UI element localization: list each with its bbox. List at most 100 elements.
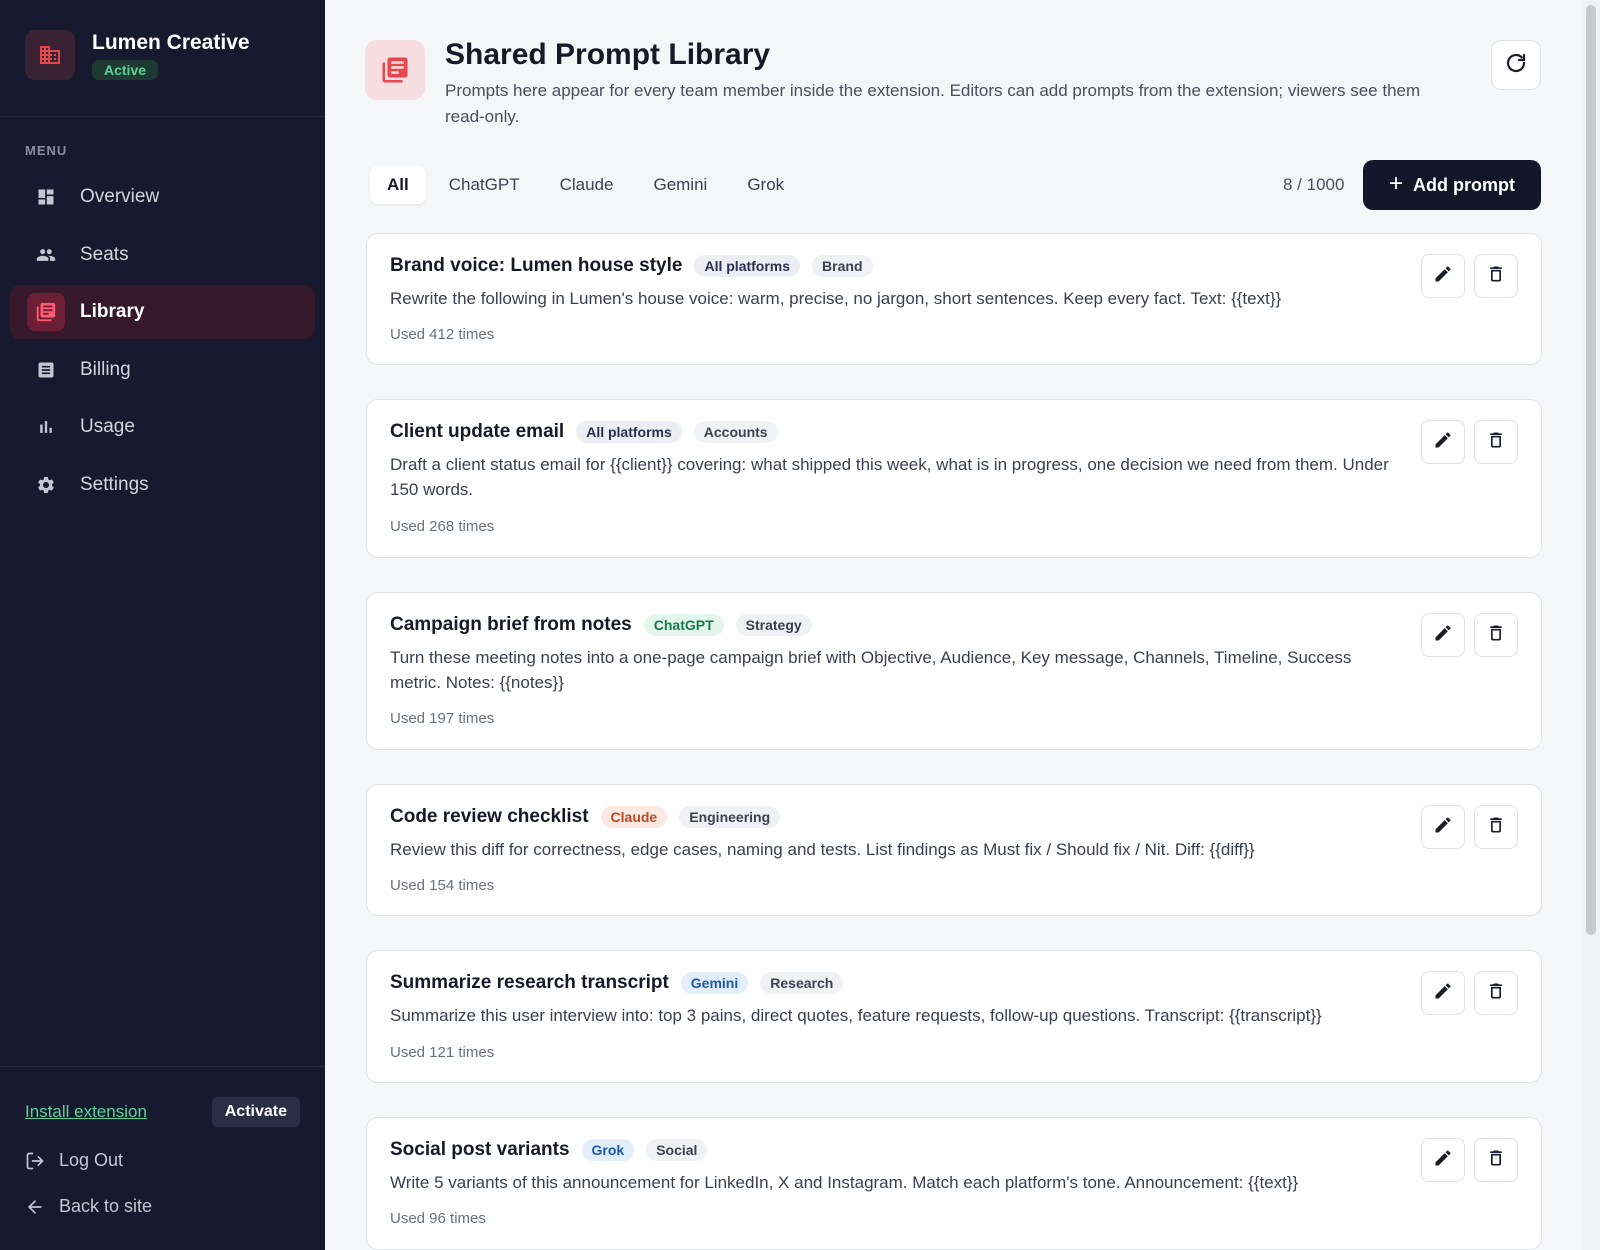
workspace-brand: Lumen Creative Active [25, 30, 250, 80]
category-tag: Engineering [679, 806, 781, 828]
category-tag: Research [760, 972, 844, 994]
sidebar-bottom-divider [0, 1066, 325, 1067]
tab-gemini[interactable]: Gemini [636, 166, 724, 204]
prompt-card: Brand voice: Lumen house style All platf… [366, 233, 1542, 365]
delete-button[interactable] [1474, 613, 1518, 657]
prompt-text: Review this diff for correctness, edge c… [390, 840, 1255, 859]
tab-all[interactable]: All [370, 166, 426, 204]
pencil-icon [1433, 264, 1453, 289]
sidebar-item-settings[interactable]: Settings [10, 458, 315, 512]
platform-badge: All platforms [576, 421, 682, 443]
back-to-site-label: Back to site [59, 1196, 153, 1216]
trash-icon [1486, 981, 1506, 1006]
category-tag: Strategy [735, 614, 812, 636]
usage-count: Used 268 times [390, 518, 495, 535]
edit-button[interactable] [1421, 613, 1465, 657]
activate-button[interactable]: Activate [211, 1097, 300, 1127]
platform-badge: All platforms [694, 255, 801, 277]
usage-count: Used 197 times [390, 710, 495, 727]
delete-button[interactable] [1474, 420, 1518, 464]
prompt-text: Summarize this user interview into: top … [390, 1006, 1322, 1025]
prompt-text: Write 5 variants of this announcement fo… [390, 1173, 1299, 1192]
add-prompt-label: Add prompt [1413, 174, 1515, 195]
trash-icon [1486, 815, 1506, 840]
platform-tabs: All ChatGPT Claude Gemini Grok [370, 166, 807, 204]
prompt-text: Rewrite the following in Lumen's house v… [390, 289, 1282, 308]
usage-count: Used 121 times [390, 1044, 495, 1061]
pencil-icon [1433, 815, 1453, 840]
prompt-text: Turn these meeting notes into a one-page… [390, 648, 1352, 692]
tab-grok[interactable]: Grok [730, 166, 801, 204]
sidebar-item-seats[interactable]: Seats [10, 228, 315, 282]
prompt-title: Summarize research transcript [390, 972, 669, 993]
sidebar-item-label: Overview [80, 186, 160, 207]
platform-badge: Grok [581, 1139, 635, 1161]
status-badge: Active [92, 60, 159, 80]
pencil-icon [1433, 1148, 1453, 1173]
sidebar-divider [0, 116, 325, 117]
prompt-title: Campaign brief from notes [390, 614, 632, 635]
delete-button[interactable] [1474, 254, 1518, 298]
prompt-count: 8 / 1000 [1283, 175, 1345, 194]
prompt-card: Client update email All platforms Accoun… [366, 399, 1542, 558]
platform-badge: Claude [600, 806, 668, 828]
library-icon [27, 293, 65, 331]
prompt-card: Code review checklist Claude Engineering… [366, 784, 1542, 916]
edit-button[interactable] [1421, 1138, 1465, 1182]
platform-badge: Gemini [680, 972, 749, 994]
prompt-title: Brand voice: Lumen house style [390, 255, 683, 276]
edit-button[interactable] [1421, 971, 1465, 1015]
usage-count: Used 412 times [390, 326, 495, 343]
plus-icon: + [1389, 169, 1404, 197]
bar-chart-icon [36, 417, 56, 437]
delete-button[interactable] [1474, 1138, 1518, 1182]
sidebar-item-billing[interactable]: Billing [10, 343, 315, 397]
library-icon [365, 40, 425, 100]
trash-icon [1486, 623, 1506, 648]
logout-icon [25, 1151, 47, 1171]
category-tag: Brand [812, 255, 873, 277]
delete-button[interactable] [1474, 805, 1518, 849]
pencil-icon [1433, 430, 1453, 455]
edit-button[interactable] [1421, 805, 1465, 849]
prompt-card: Social post variants Grok Social Write 5… [366, 1117, 1542, 1250]
trash-icon [1486, 430, 1506, 455]
sidebar-item-usage[interactable]: Usage [10, 400, 315, 454]
sidebar-nav: Overview Seats Library Billing Usage Set… [10, 170, 315, 515]
platform-badge: ChatGPT [643, 614, 724, 636]
gear-icon [36, 475, 56, 495]
page-title: Shared Prompt Library [445, 38, 771, 71]
tab-chatgpt[interactable]: ChatGPT [432, 166, 537, 204]
building-icon [25, 30, 75, 80]
edit-button[interactable] [1421, 420, 1465, 464]
main-content: Shared Prompt Library Prompts here appea… [325, 0, 1575, 1250]
trash-icon [1486, 1148, 1506, 1173]
sidebar-item-label: Settings [80, 473, 149, 495]
sidebar: Lumen Creative Active MENU Overview Seat… [0, 0, 325, 1250]
pencil-icon [1433, 623, 1453, 648]
sidebar-item-label: Billing [80, 358, 131, 380]
prompt-title: Client update email [390, 421, 565, 442]
prompt-card: Campaign brief from notes ChatGPT Strate… [366, 592, 1542, 750]
install-extension-link[interactable]: Install extension [25, 1102, 147, 1122]
tab-claude[interactable]: Claude [543, 166, 631, 204]
scrollbar[interactable] [1583, 0, 1600, 1250]
usage-count: Used 154 times [390, 877, 495, 894]
back-to-site-link[interactable]: Back to site [25, 1196, 152, 1217]
arrow-left-icon [25, 1197, 47, 1217]
add-prompt-button[interactable]: + Add prompt [1363, 160, 1541, 210]
scrollbar-thumb[interactable] [1586, 5, 1596, 935]
people-icon [36, 245, 56, 265]
edit-button[interactable] [1421, 254, 1465, 298]
category-tag: Social [646, 1139, 708, 1161]
sidebar-item-label: Library [80, 301, 145, 322]
sidebar-item-label: Usage [80, 416, 135, 437]
refresh-button[interactable] [1491, 40, 1541, 90]
sidebar-item-library[interactable]: Library [10, 285, 315, 339]
prompt-title: Code review checklist [390, 806, 589, 827]
refresh-icon [1504, 51, 1528, 80]
delete-button[interactable] [1474, 971, 1518, 1015]
logout-link[interactable]: Log Out [25, 1150, 123, 1171]
sidebar-item-overview[interactable]: Overview [10, 170, 315, 224]
dashboard-icon [36, 187, 56, 207]
